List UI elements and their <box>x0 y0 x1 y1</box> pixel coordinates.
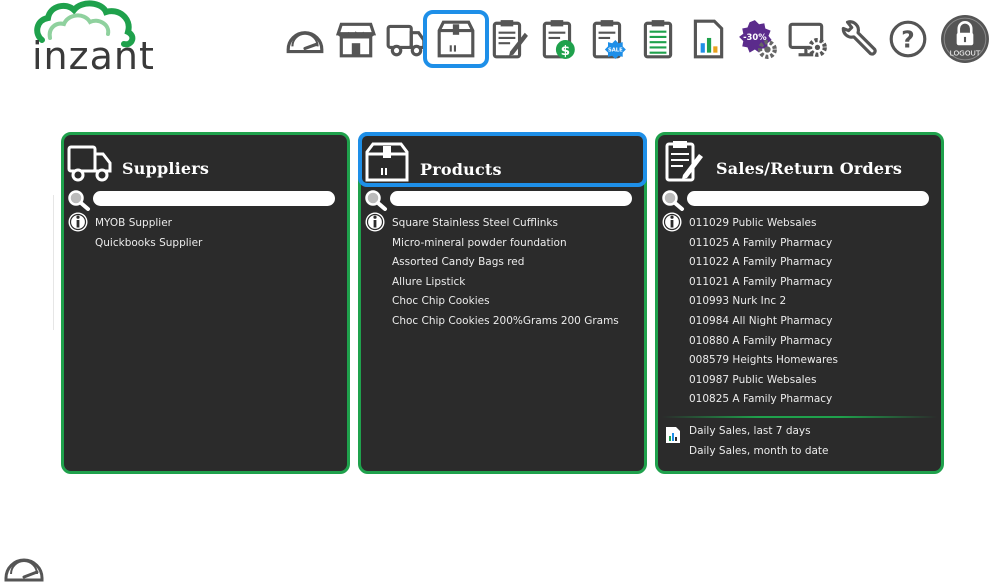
report-chart-icon <box>666 427 680 443</box>
products-title: Products <box>420 160 502 179</box>
dashboard-gauge-icon[interactable] <box>2 544 46 582</box>
monitor-gear-icon <box>788 22 827 57</box>
suppliers-panel: Suppliers MYOB Supplier Quickbooks Suppl… <box>61 132 350 474</box>
search-icon <box>662 190 684 211</box>
search-icon <box>365 190 387 211</box>
list-item[interactable]: MYOB Supplier <box>95 214 341 234</box>
sales-orders-list: 011029 Public Websales 011025 A Family P… <box>689 214 935 410</box>
sales-orders-title: Sales/Return Orders <box>716 159 903 178</box>
clipboard-list-icon <box>643 20 673 59</box>
reports-divider <box>662 416 937 418</box>
products-search-row <box>364 189 636 211</box>
list-item[interactable]: Choc Chip Cookies 200%Grams 200 Grams <box>392 312 638 332</box>
sales-orders-panel-header[interactable]: Sales/Return Orders <box>658 135 941 185</box>
list-item[interactable]: Choc Chip Cookies <box>392 292 638 312</box>
list-item[interactable]: 011025 A Family Pharmacy <box>689 234 935 254</box>
toolbar-dashboard-button[interactable] <box>276 10 334 68</box>
toolbar-logout-button[interactable]: LOGOUT <box>937 10 993 68</box>
suppliers-list: MYOB Supplier Quickbooks Supplier <box>95 214 341 253</box>
sale-badge: SALE <box>608 48 623 54</box>
svg-text:?: ? <box>901 27 914 53</box>
sales-reports-list: Daily Sales, last 7 days Daily Sales, mo… <box>689 422 829 461</box>
info-icon[interactable] <box>67 211 89 233</box>
product-box-icon <box>365 142 409 182</box>
info-icon[interactable] <box>661 211 683 233</box>
list-item[interactable]: 010984 All Night Pharmacy <box>689 312 935 332</box>
delivery-truck-icon <box>386 24 426 57</box>
divider-line <box>53 195 54 330</box>
list-item[interactable]: 010825 A Family Pharmacy <box>689 390 935 410</box>
toolbar-help-button[interactable]: ? <box>879 10 937 68</box>
list-item[interactable]: 010993 Nurk Inc 2 <box>689 292 935 312</box>
inzant-logo: inzant <box>28 0 163 80</box>
clipboard-sale-icon: SALE <box>592 20 626 59</box>
logout-label: LOGOUT <box>950 49 981 58</box>
search-icon <box>68 190 90 211</box>
report-link[interactable]: Daily Sales, month to date <box>689 442 829 462</box>
logout-lock-icon: LOGOUT <box>941 15 989 63</box>
main-toolbar: $ SALE -30% ? LOGOUT <box>276 10 1001 70</box>
suppliers-search-row <box>67 189 339 211</box>
report-chart-icon <box>693 19 724 59</box>
delivery-truck-icon <box>67 145 112 182</box>
discount-badge: -30% <box>743 32 767 42</box>
report-link[interactable]: Daily Sales, last 7 days <box>689 422 829 442</box>
info-icon[interactable] <box>364 211 386 233</box>
products-search-input[interactable] <box>390 191 632 206</box>
product-box-icon <box>437 20 475 58</box>
list-item[interactable]: Allure Lipstick <box>392 273 638 293</box>
suppliers-search-input[interactable] <box>93 191 335 206</box>
dashboard-gauge-icon <box>286 31 324 54</box>
list-item[interactable]: 010880 A Family Pharmacy <box>689 332 935 352</box>
list-item[interactable]: 011029 Public Websales <box>689 214 935 234</box>
suppliers-title: Suppliers <box>122 159 210 178</box>
list-item[interactable]: Micro-mineral powder foundation <box>392 234 638 254</box>
help-icon: ? <box>889 20 927 58</box>
list-item[interactable]: Assorted Candy Bags red <box>392 253 638 273</box>
list-item[interactable]: 008579 Heights Homewares <box>689 351 935 371</box>
list-item[interactable]: Quickbooks Supplier <box>95 234 341 254</box>
products-panel: Products Square Stainless Steel Cufflink… <box>358 132 647 474</box>
sales-search-row <box>661 189 933 211</box>
discount-gear-icon: -30% <box>739 20 777 59</box>
clipboard-edit-icon <box>665 141 703 182</box>
products-panel-header[interactable]: Products <box>358 132 647 187</box>
sales-orders-panel: Sales/Return Orders 011029 Public Websal… <box>655 132 944 474</box>
brand-wordmark: inzant <box>32 34 155 78</box>
list-item[interactable]: 011021 A Family Pharmacy <box>689 273 935 293</box>
list-item[interactable]: 010987 Public Websales <box>689 371 935 391</box>
wrench-icon <box>841 20 877 56</box>
sales-search-input[interactable] <box>687 191 929 206</box>
suppliers-panel-header[interactable]: Suppliers <box>64 135 347 185</box>
svg-text:$: $ <box>561 43 571 59</box>
list-item[interactable]: Square Stainless Steel Cufflinks <box>392 214 638 234</box>
products-list: Square Stainless Steel Cufflinks Micro-m… <box>392 214 638 332</box>
list-item[interactable]: 011022 A Family Pharmacy <box>689 253 935 273</box>
store-icon <box>335 22 377 58</box>
clipboard-dollar-icon: $ <box>542 20 575 59</box>
clipboard-edit-icon <box>492 20 528 59</box>
